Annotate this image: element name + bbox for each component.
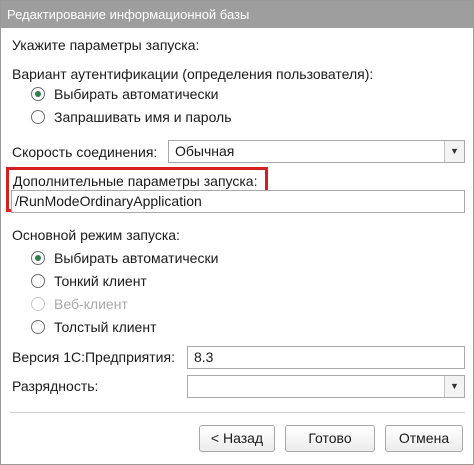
connection-speed-value: Обычная	[175, 143, 235, 159]
mode-thick-client-radio[interactable]	[31, 320, 45, 334]
auth-prompt-radio[interactable]	[31, 110, 45, 124]
edit-infobase-dialog: Редактирование информационной базы Укажи…	[0, 0, 474, 465]
back-button[interactable]: < Назад	[199, 425, 275, 452]
mode-auto-label[interactable]: Выбирать автоматически	[54, 249, 218, 267]
auth-auto-label[interactable]: Выбирать автоматически	[54, 85, 218, 103]
dialog-title: Редактирование информационной базы	[1, 1, 473, 28]
done-button[interactable]: Готово	[285, 425, 375, 452]
platform-version-label: Версия 1С:Предприятия:	[12, 349, 175, 365]
chevron-down-icon[interactable]: ▼	[444, 376, 464, 397]
auth-auto-radio[interactable]	[31, 87, 45, 101]
footer-divider	[10, 412, 465, 413]
platform-version-input[interactable]: 8.3	[187, 346, 465, 369]
connection-speed-label: Скорость соединения:	[12, 144, 158, 160]
auth-prompt-label[interactable]: Запрашивать имя и пароль	[54, 108, 232, 126]
mode-web-client-label: Веб-клиент	[54, 296, 128, 312]
auth-variant-label: Вариант аутентификации (определения поль…	[12, 66, 374, 82]
mode-thin-client-label[interactable]: Тонкий клиент	[54, 272, 147, 290]
bitness-label: Разрядность:	[12, 378, 99, 394]
extra-params-input[interactable]: /RunModeOrdinaryApplication	[11, 190, 465, 213]
startup-mode-label: Основной режим запуска:	[12, 227, 180, 243]
launch-params-heading: Укажите параметры запуска:	[12, 37, 200, 53]
mode-web-client-radio	[31, 297, 45, 311]
mode-auto-radio[interactable]	[31, 251, 45, 265]
extra-params-label: Дополнительные параметры запуска:	[13, 173, 258, 189]
mode-thick-client-label[interactable]: Толстый клиент	[54, 318, 157, 336]
bitness-select[interactable]: ▼	[187, 375, 465, 398]
connection-speed-select[interactable]: Обычная ▼	[168, 140, 465, 163]
mode-thin-client-radio[interactable]	[31, 274, 45, 288]
cancel-button[interactable]: Отмена	[385, 425, 463, 452]
chevron-down-icon[interactable]: ▼	[444, 141, 464, 162]
